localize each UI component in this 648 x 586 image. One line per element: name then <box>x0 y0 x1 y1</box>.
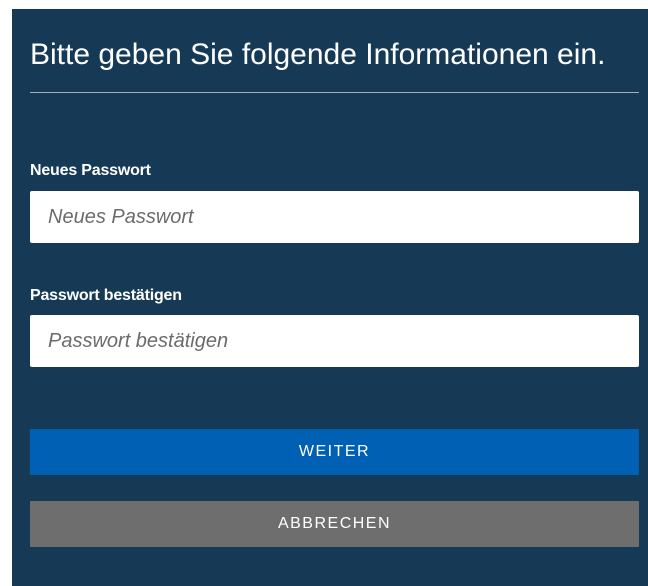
cancel-button[interactable]: ABBRECHEN <box>30 501 639 547</box>
confirm-password-label: Passwort bestätigen <box>30 287 182 304</box>
new-password-input[interactable] <box>30 191 639 243</box>
password-form-panel: Bitte geben Sie folgende Informationen e… <box>12 9 648 586</box>
form-heading: Bitte geben Sie folgende Informationen e… <box>30 38 606 71</box>
continue-button[interactable]: WEITER <box>30 429 639 475</box>
heading-divider <box>30 92 639 93</box>
new-password-label: Neues Passwort <box>30 162 151 179</box>
confirm-password-input[interactable] <box>30 315 639 367</box>
